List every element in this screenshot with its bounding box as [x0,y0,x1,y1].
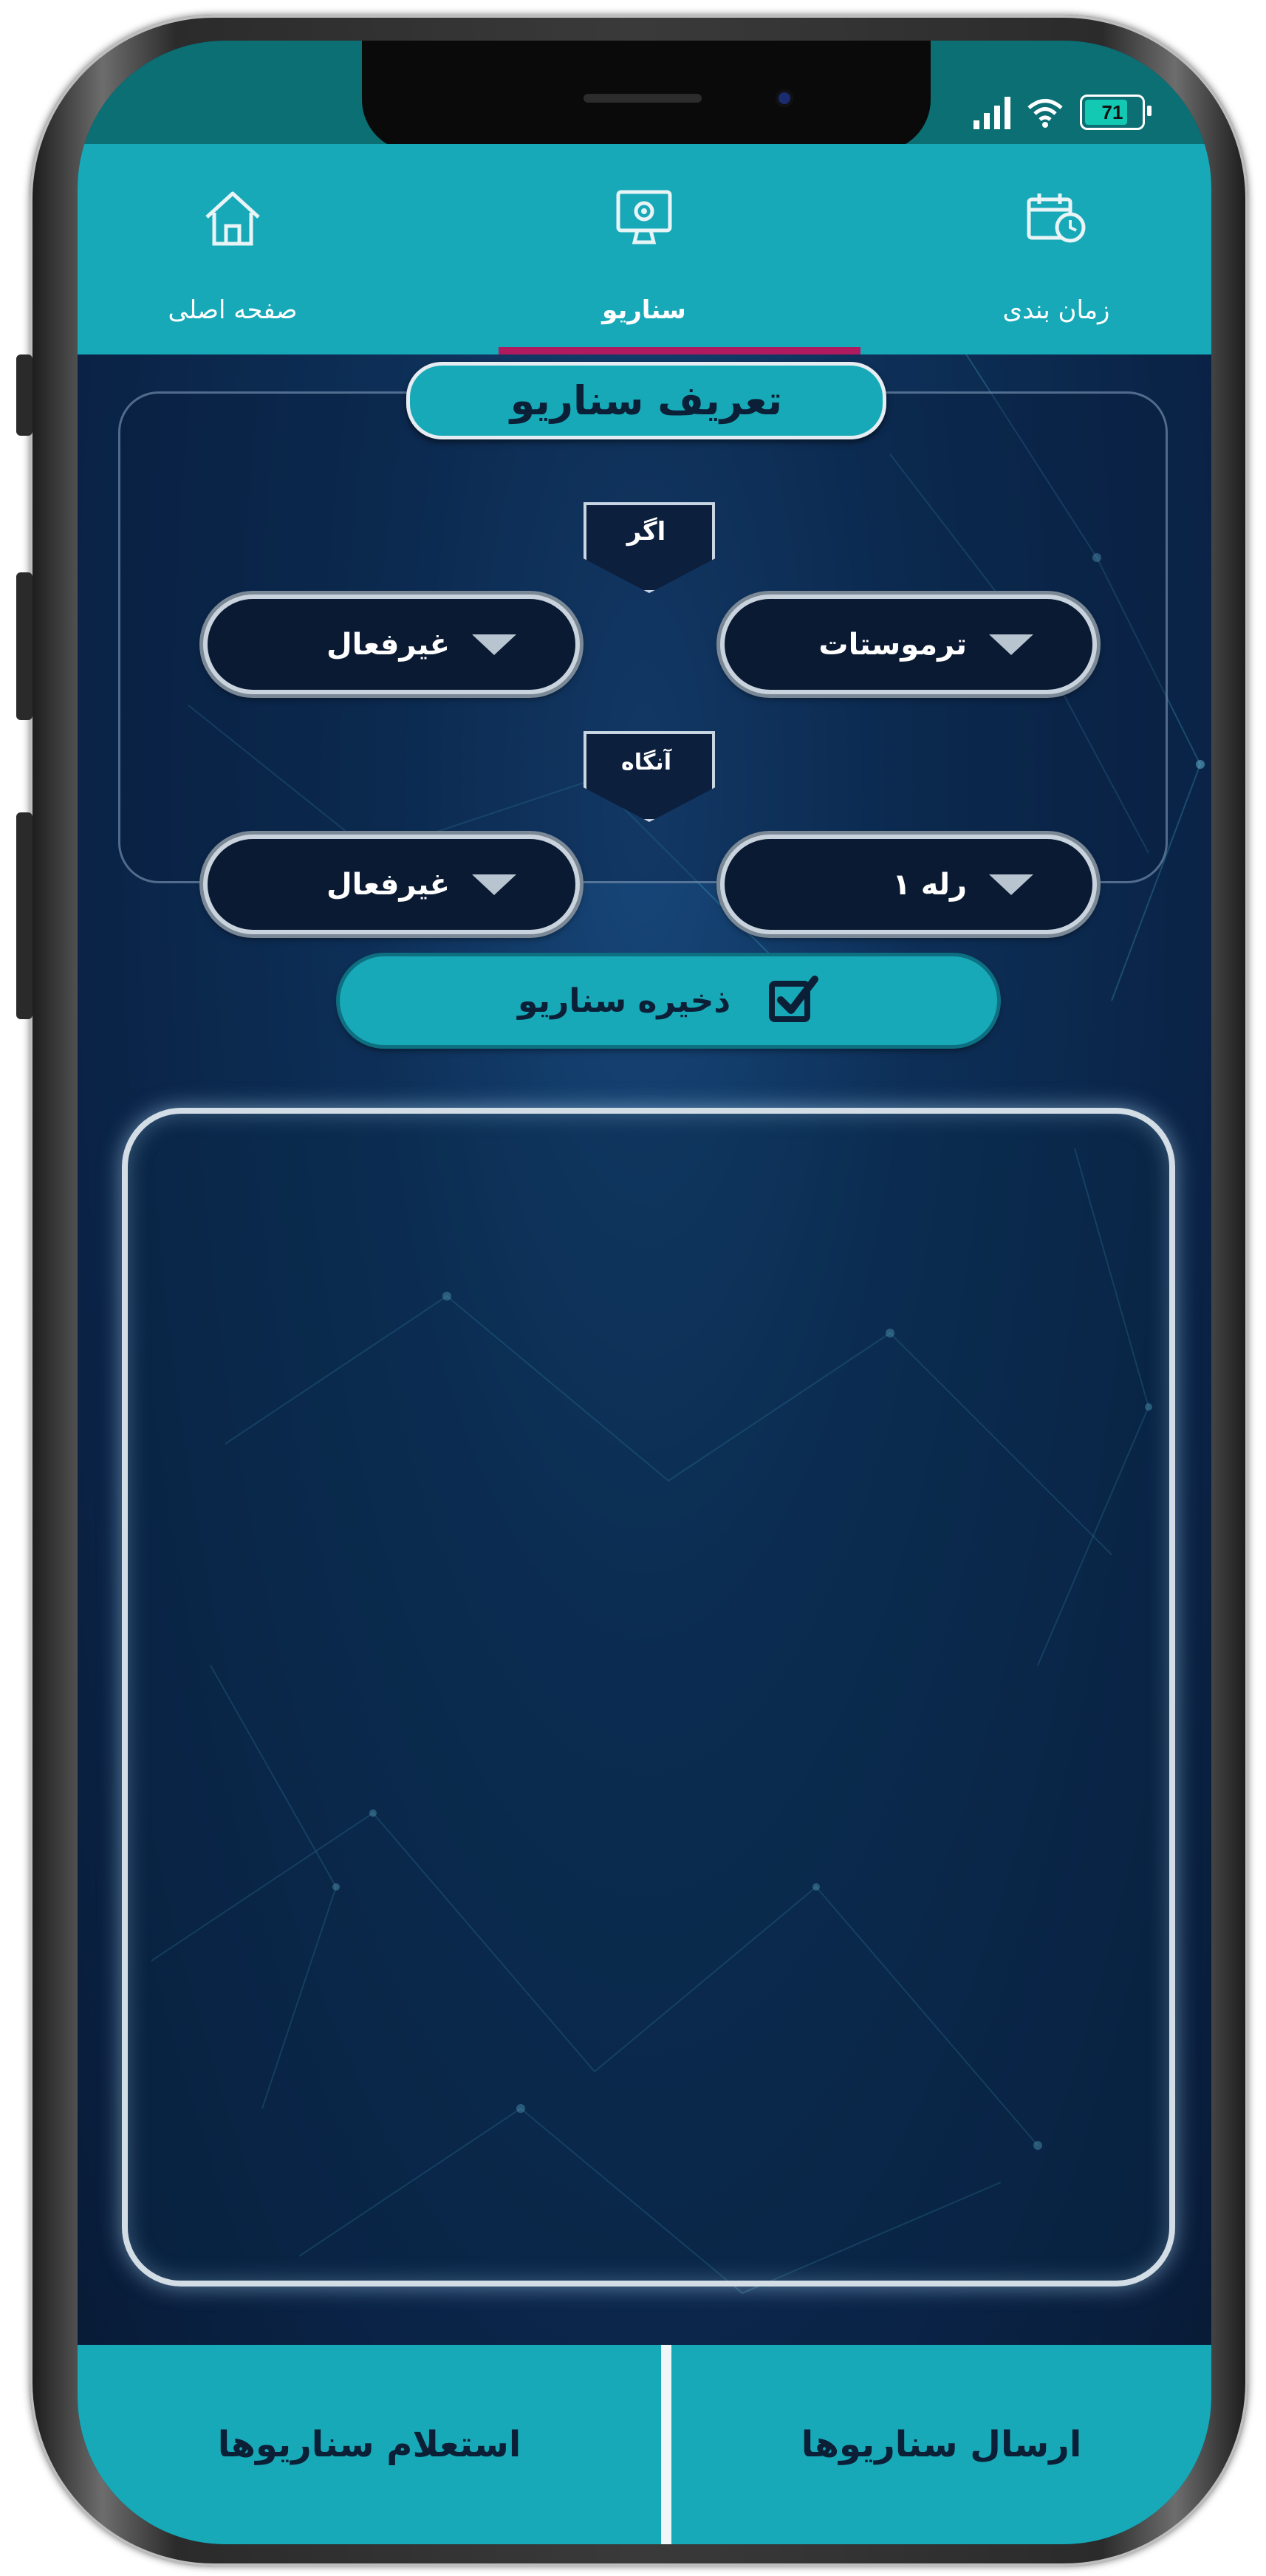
if-label: اگر [626,517,666,547]
chevron-down-icon [472,874,516,895]
scenario-icon [616,190,672,244]
active-tab-indicator [499,347,860,354]
bottom-divider [661,2345,671,2544]
speaker-grill [584,94,702,103]
tab-schedule[interactable]: زمان بندی [901,144,1211,354]
scenario-list-panel [122,1108,1175,2286]
send-scenarios-label: ارسال سناریوها [801,2424,1082,2465]
if-device-dropdown[interactable]: ترموستات [720,595,1097,694]
battery-level: 71 [1101,100,1123,123]
phone-side-button [16,572,32,720]
schedule-icon [1027,193,1086,243]
then-label: آنگاه [621,750,671,775]
signal-icon [974,95,1010,129]
tab-home[interactable]: صفحه اصلی [78,144,388,354]
tab-scenario[interactable]: سناریو [489,144,799,354]
front-camera [776,89,793,107]
inquiry-scenarios-button[interactable]: استعلام سناریوها [78,2345,661,2544]
tab-scenario-label: سناریو [602,295,686,325]
battery-icon: 71 [1080,95,1152,130]
inquiry-scenarios-label: استعلام سناریوها [217,2424,521,2465]
checkbox-check-icon [769,976,819,1022]
save-scenario-label: ذخیره سناریو [517,982,731,1020]
phone-side-button [16,354,32,436]
send-scenarios-button[interactable]: ارسال سناریوها [671,2345,1211,2544]
chevron-down-icon [989,874,1033,895]
phone-side-button [16,812,32,1019]
then-state-value: غیرفعال [326,867,450,902]
tab-schedule-label: زمان بندی [1002,295,1110,325]
home-icon [205,191,260,246]
then-device-value: رله ۱ [892,867,967,902]
if-device-value: ترموستات [818,627,967,662]
chevron-down-icon [472,634,516,655]
status-icons: 71 [974,86,1152,138]
wifi-icon [1027,99,1063,128]
save-scenario-button[interactable]: ذخیره سناریو [340,956,997,1045]
top-tab-bar: صفحه اصلی سناریو زمان بندی [78,144,1211,354]
if-state-value: غیرفعال [326,627,450,662]
if-state-dropdown[interactable]: غیرفعال [203,595,580,694]
chevron-down-icon [989,634,1033,655]
bottom-action-bar: استعلام سناریوها ارسال سناریوها [78,2345,1211,2544]
scenario-title: تعریف سناریو [406,362,886,439]
camera-notch [362,41,931,151]
then-state-dropdown[interactable]: غیرفعال [203,835,580,934]
app-screen: 71 صفحه اصلی سناریو زمان بندی تعریف سنار… [78,41,1211,2544]
then-device-dropdown[interactable]: رله ۱ [720,835,1097,934]
tab-home-label: صفحه اصلی [168,295,298,325]
